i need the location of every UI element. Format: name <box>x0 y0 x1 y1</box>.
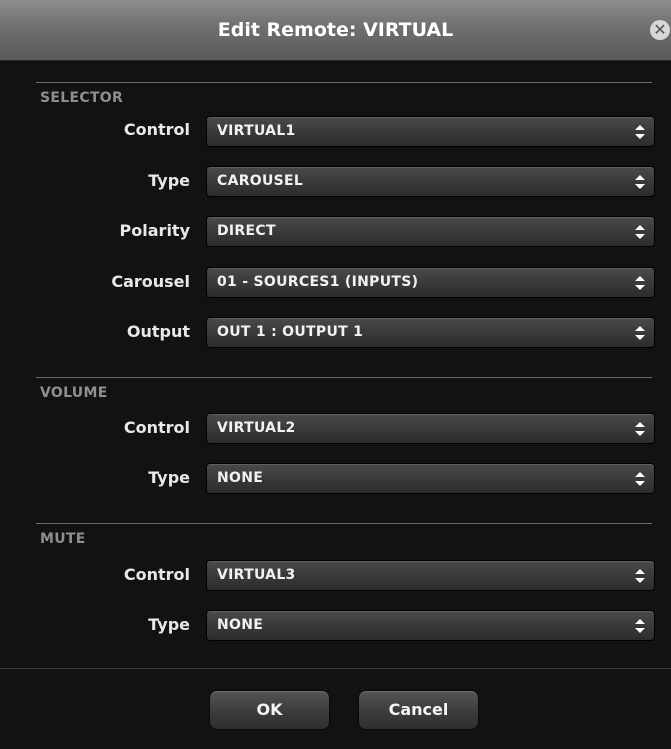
selector-type-label: Type <box>148 171 190 190</box>
select-value: VIRTUAL2 <box>217 420 296 436</box>
select-value: NONE <box>217 470 264 486</box>
selector-carousel-select[interactable]: 01 - SOURCES1 (INPUTS) <box>206 267 655 298</box>
section-label-mute: MUTE <box>40 531 86 547</box>
selector-type-select[interactable]: CAROUSEL <box>206 166 655 197</box>
footer-divider <box>0 668 671 669</box>
mute-type-label: Type <box>148 615 190 634</box>
updown-arrows-icon <box>635 276 645 290</box>
selector-output-select[interactable]: OUT 1 : OUTPUT 1 <box>206 317 655 348</box>
title-bar: Edit Remote: VIRTUAL ✕ <box>0 0 671 61</box>
volume-type-label: Type <box>148 468 190 487</box>
updown-arrows-icon <box>635 619 645 633</box>
section-label-selector: SELECTOR <box>40 90 124 106</box>
select-value: DIRECT <box>217 223 276 239</box>
section-divider <box>36 377 652 378</box>
select-value: 01 - SOURCES1 (INPUTS) <box>217 274 419 290</box>
section-divider <box>36 523 652 524</box>
edit-remote-dialog: Edit Remote: VIRTUAL ✕ SELECTOR Control … <box>0 0 671 749</box>
updown-arrows-icon <box>635 569 645 583</box>
selector-polarity-label: Polarity <box>119 221 190 240</box>
updown-arrows-icon <box>635 225 645 239</box>
ok-button[interactable]: OK <box>209 690 330 730</box>
select-value: NONE <box>217 617 264 633</box>
volume-control-select[interactable]: VIRTUAL2 <box>206 413 655 444</box>
select-value: VIRTUAL3 <box>217 567 296 583</box>
updown-arrows-icon <box>635 326 645 340</box>
volume-control-label: Control <box>123 418 190 437</box>
mute-type-select[interactable]: NONE <box>206 610 655 641</box>
dialog-title: Edit Remote: VIRTUAL <box>217 19 454 41</box>
selector-carousel-label: Carousel <box>111 272 190 291</box>
section-label-volume: VOLUME <box>40 385 108 401</box>
volume-type-select[interactable]: NONE <box>206 463 655 494</box>
select-value: CAROUSEL <box>217 173 304 189</box>
select-value: VIRTUAL1 <box>217 123 296 139</box>
selector-control-label: Control <box>123 120 190 139</box>
selector-polarity-select[interactable]: DIRECT <box>206 216 655 247</box>
mute-control-select[interactable]: VIRTUAL3 <box>206 560 655 591</box>
cancel-button[interactable]: Cancel <box>358 690 479 730</box>
updown-arrows-icon <box>635 125 645 139</box>
updown-arrows-icon <box>635 472 645 486</box>
select-value: OUT 1 : OUTPUT 1 <box>217 324 364 340</box>
mute-control-label: Control <box>123 565 190 584</box>
close-icon[interactable]: ✕ <box>650 20 670 40</box>
updown-arrows-icon <box>635 175 645 189</box>
section-divider <box>36 82 652 83</box>
selector-control-select[interactable]: VIRTUAL1 <box>206 116 655 147</box>
selector-output-label: Output <box>126 322 190 341</box>
updown-arrows-icon <box>635 422 645 436</box>
